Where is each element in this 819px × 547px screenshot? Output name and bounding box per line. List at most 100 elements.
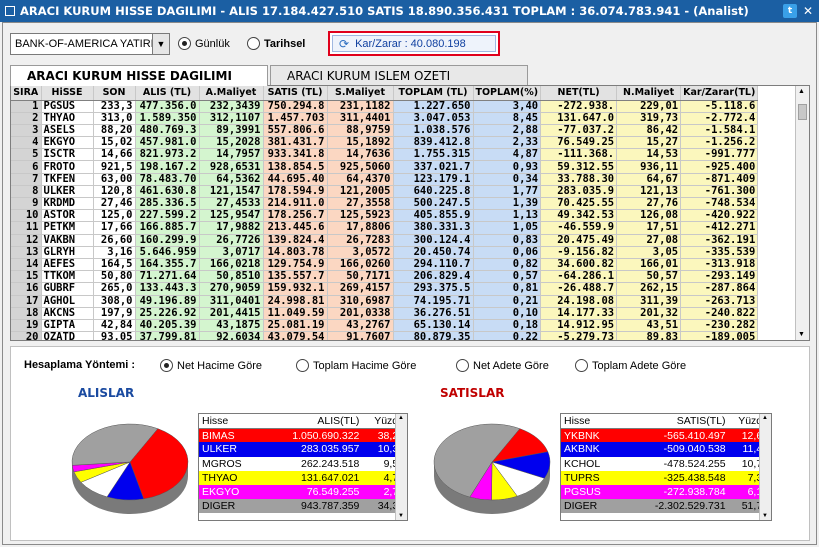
table-cell: 311,39 [616, 295, 682, 308]
column-header[interactable]: SIRA [11, 86, 42, 101]
table-cell: 17,9882 [199, 221, 264, 235]
table-row[interactable]: 12 VAKBN 26,60 160.299.9 26,7726 139.824.4 26,… [11, 234, 759, 247]
table-row[interactable]: 8 ULKER 120,8 461.630.8 121,1547 178.594.9 121… [11, 185, 759, 199]
twitter-icon[interactable]: t [783, 4, 797, 18]
column-header: ALIS(TL) [264, 414, 363, 429]
table-row[interactable]: AKBNK -509.040.538 11,43 [561, 442, 771, 457]
table-row[interactable]: ULKER 283.035.957 10,30 [199, 442, 407, 457]
table-cell: 3,16 [93, 246, 136, 259]
scroll-down-icon[interactable]: ▼ [398, 513, 404, 519]
radio-net-hacim[interactable]: Net Hacime Göre [160, 359, 262, 372]
close-icon[interactable]: ✕ [801, 4, 815, 18]
scroll-up-icon[interactable]: ▲ [798, 88, 805, 95]
table-row[interactable]: 19 GIPTA 42,84 40.205.39 43,1875 25.081.19 43,… [11, 319, 759, 333]
alislar-scrollbar[interactable]: ▲ ▼ [395, 414, 407, 520]
column-header[interactable]: TOPLAM(%) [473, 86, 542, 101]
table-row[interactable]: THYAO 131.647.021 4,79 [199, 470, 407, 485]
table-cell: 131.647.021 [301, 471, 360, 484]
table-cell: 557.806.6 [263, 124, 328, 138]
column-header[interactable]: TOPLAM (TL) [393, 86, 474, 101]
tab-islem-ozeti[interactable]: ARACI KURUM ISLEM OZETI [270, 65, 528, 86]
scroll-up-icon[interactable]: ▲ [762, 415, 768, 421]
refresh-icon[interactable]: ⟳ [339, 37, 349, 51]
table-row[interactable]: 16 GUBRF 265,0 133.443.3 270,9059 159.932.1 26… [11, 282, 759, 296]
table-cell: 839.412.8 [393, 136, 474, 150]
table-cell: -1.584.1 [680, 124, 759, 138]
radio-dot[interactable] [575, 359, 588, 372]
radio-toplam-adet[interactable]: Toplam Adete Göre [575, 359, 686, 372]
scroll-thumb[interactable] [798, 104, 807, 120]
radio-dot-selected[interactable] [178, 37, 191, 50]
table-cell: 37.799.81 [135, 331, 200, 340]
radio-tarihsel[interactable]: Tarihsel [247, 37, 305, 50]
scroll-down-icon[interactable]: ▼ [762, 513, 768, 519]
column-header[interactable]: Kar/Zarar(TL) [680, 86, 759, 101]
broker-select[interactable]: BANK-OF-AMERICA YATIRIM [10, 33, 168, 55]
table-cell: AKCNS [41, 307, 94, 320]
column-header[interactable]: HiSSE [41, 86, 94, 101]
table-row[interactable]: 3 ASELS 88,20 480.769.3 89,3991 557.806.6 88,9… [11, 124, 759, 138]
chevron-down-icon[interactable]: ▼ [152, 33, 170, 55]
table-cell: 71.271.64 [135, 270, 200, 284]
table-row[interactable]: DIGER 943.787.359 34,35 [199, 499, 407, 514]
table-cell: VAKBN [41, 234, 94, 247]
column-header[interactable]: N.Maliyet [616, 86, 682, 101]
table-row[interactable]: 11 PETKM 17,66 166.885.7 17,9882 213.445.6 17,… [11, 221, 759, 235]
column-header[interactable]: SATIS (TL) [263, 86, 328, 101]
table-row[interactable]: 1 PGSUS 233,3 477.356.0 232,3439 750.294.8 231… [11, 100, 759, 113]
table-row[interactable]: 13 GLRYH 3,16 5.646.959 3,0717 14.803.78 3,057… [11, 246, 759, 259]
table-cell: GUBRF [41, 282, 94, 296]
table-row[interactable]: 14 AEFES 164,5 164.355.7 166,0218 129.754.9 16… [11, 258, 759, 272]
table-row[interactable]: KCHOL -478.524.255 10,74 [561, 456, 771, 471]
table-cell: AKBNK [564, 443, 600, 456]
scroll-up-icon[interactable]: ▲ [398, 415, 404, 421]
table-cell: 4,87 [473, 148, 542, 162]
table-row[interactable]: 17 AGHOL 308,0 49.196.89 311,0401 24.998.81 31… [11, 295, 759, 308]
table-cell: 121,13 [616, 185, 682, 199]
table-row[interactable]: PGSUS -272.938.784 6,13 [561, 484, 771, 500]
grid-scrollbar[interactable]: ▲ ▼ [795, 86, 809, 340]
table-cell: 49.196.89 [135, 295, 200, 308]
table-cell: 198.167.2 [135, 160, 200, 174]
scroll-down-icon[interactable]: ▼ [798, 331, 805, 338]
table-row[interactable]: 10 ASTOR 125,0 227.599.2 125,9547 178.256.7 12… [11, 209, 759, 223]
table-cell: 232,3439 [199, 100, 264, 113]
table-row[interactable]: 18 AKCNS 197,9 25.226.92 201,4415 11.049.59 20… [11, 307, 759, 320]
table-cell: 120,8 [93, 185, 136, 199]
column-header[interactable]: S.Maliyet [327, 86, 394, 101]
table-row[interactable]: 7 TKFEN 63,00 78.483.70 64,5362 44.695.40 64,4… [11, 173, 759, 186]
table-row[interactable]: 9 KRDMD 27,46 285.336.5 27,4533 214.911.0 27,3… [11, 197, 759, 211]
table-cell: -272.938. [540, 100, 618, 113]
radio-dot-selected[interactable] [160, 359, 173, 372]
table-row[interactable]: 4 EKGYO 15,02 457.981.0 15,2028 381.431.7 15,1… [11, 136, 759, 150]
table-row[interactable]: DIGER -2.302.529.731 51,70 [561, 499, 771, 514]
radio-dot[interactable] [456, 359, 469, 372]
tab-hisse-dagilimi[interactable]: ARACI KURUM HISSE DAGILIMI [10, 65, 268, 86]
table-row[interactable]: 2 THYAO 313,0 1.589.350 312,1107 1.457.703 311… [11, 112, 759, 125]
table-cell: 89,3991 [199, 124, 264, 138]
table-row[interactable]: YKBNK -565.410.497 12,69 [561, 428, 771, 443]
table-cell: 65.130.14 [393, 319, 474, 333]
satislar-scrollbar[interactable]: ▲ ▼ [759, 414, 771, 520]
table-row[interactable]: 5 ISCTR 14,66 821.973.2 14,7957 933.341.8 14,7… [11, 148, 759, 162]
radio-gunluk[interactable]: Günlük [178, 37, 230, 50]
table-row[interactable]: BIMAS 1.050.690.322 38,24 [199, 428, 407, 443]
table-row[interactable]: MGROS 262.243.518 9,54 [199, 456, 407, 471]
radio-dot[interactable] [296, 359, 309, 372]
table-row[interactable]: 6 FROTO 921,5 198.167.2 928,6531 138.854.5 925… [11, 160, 759, 174]
table-cell: -748.534 [680, 197, 759, 211]
table-row[interactable]: 15 TTKOM 50,80 71.271.64 50,8510 135.557.7 50,… [11, 270, 759, 284]
column-header[interactable]: A.Maliyet [199, 86, 264, 101]
radio-dot[interactable] [247, 37, 260, 50]
table-row[interactable]: 20 OZATD 93,05 37.799.81 92,6034 43.079.54 91,… [11, 331, 759, 340]
radio-gunluk-label: Günlük [195, 37, 230, 50]
radio-net-adet[interactable]: Net Adete Göre [456, 359, 549, 372]
table-row[interactable]: TUPRS -325.438.548 7,31 [561, 470, 771, 485]
radio-toplam-hacim[interactable]: Toplam Hacime Göre [296, 359, 416, 372]
table-cell: GIPTA [41, 319, 94, 333]
table-row[interactable]: EKGYO 76.549.255 2,79 [199, 484, 407, 500]
column-header[interactable]: SON [93, 86, 136, 101]
column-header[interactable]: NET(TL) [540, 86, 618, 101]
table-cell: 15,1892 [327, 136, 394, 150]
column-header[interactable]: ALIS (TL) [135, 86, 200, 101]
